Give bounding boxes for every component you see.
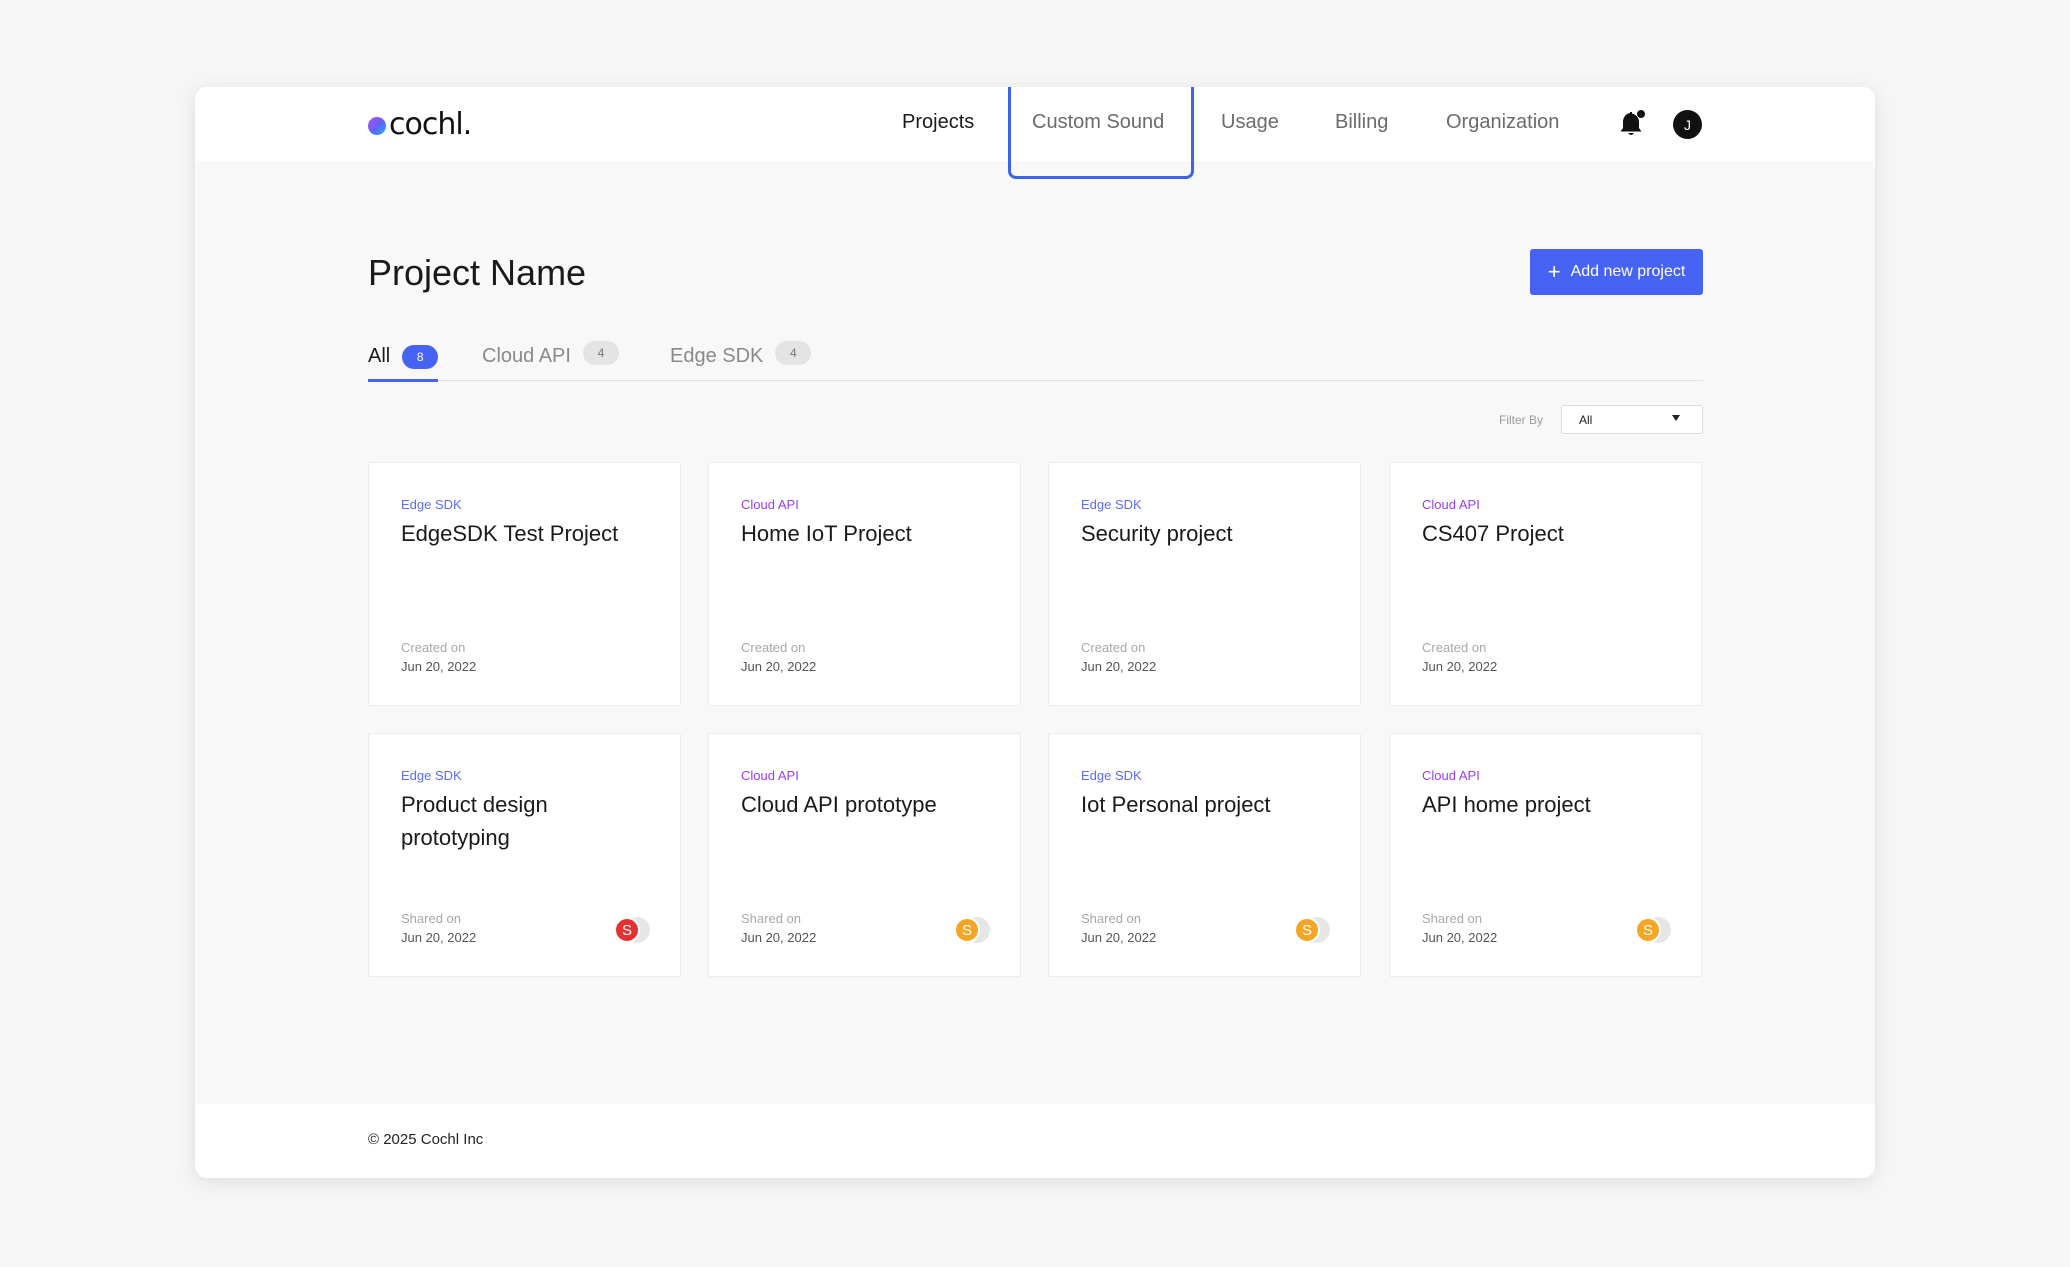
card-date: Jun 20, 2022 <box>401 930 477 945</box>
card-title: EdgeSDK Test Project <box>401 521 619 546</box>
card-kind: Edge SDK <box>1081 768 1142 783</box>
card-kind: Edge SDK <box>401 497 462 512</box>
project-card[interactable]: Cloud API Home IoT Project Created on Ju… <box>708 462 1021 706</box>
tab-all-count: 8 <box>402 345 439 369</box>
card-meta-label: Created on <box>741 640 806 655</box>
card-title: CS407 Project <box>1422 521 1564 546</box>
filter-select-value: All <box>1579 412 1593 427</box>
tab-edge-sdk[interactable]: Edge SDK 4 <box>670 337 812 381</box>
nav-billing[interactable]: Billing <box>1335 111 1388 134</box>
card-date: Jun 20, 2022 <box>1422 930 1498 945</box>
tab-cloud-api-count: 4 <box>582 341 619 365</box>
card-kind: Cloud API <box>1422 768 1480 783</box>
card-title: Home IoT Project <box>741 521 912 546</box>
card-meta-label: Shared on <box>1422 911 1482 926</box>
card-meta-label: Shared on <box>1081 911 1141 926</box>
project-card[interactable]: Edge SDK Iot Personal project Shared on … <box>1048 733 1361 977</box>
card-title: API home project <box>1422 792 1591 817</box>
card-meta-label: Shared on <box>741 911 801 926</box>
tab-all-label: All <box>368 345 391 367</box>
logo-dot-icon <box>368 117 386 135</box>
card-title: Iot Personal project <box>1081 792 1271 817</box>
add-new-project-label: Add new project <box>1570 263 1686 280</box>
shared-by-avatars[interactable]: S <box>1294 916 1330 944</box>
tab-edge-sdk-label: Edge SDK <box>670 345 764 367</box>
card-title: Product design prototyping <box>401 792 548 850</box>
project-tabs: All 8 Cloud API 4 Edge SDK 4 <box>368 337 1703 382</box>
plus-icon: + <box>1547 259 1561 284</box>
card-meta-label: Created on <box>401 640 466 655</box>
project-card[interactable]: Edge SDK Security project Created on Jun… <box>1048 462 1361 706</box>
nav-projects[interactable]: Projects <box>902 111 974 134</box>
card-kind: Cloud API <box>741 497 799 512</box>
nav-custom-sound[interactable]: Custom Sound <box>1032 111 1164 134</box>
card-kind: Edge SDK <box>1081 497 1142 512</box>
tab-all[interactable]: All 8 <box>368 337 439 382</box>
card-date: Jun 20, 2022 <box>741 659 817 674</box>
footer: © 2025 Cochl Inc <box>195 1104 1875 1178</box>
page-title: Project Name <box>368 252 587 293</box>
sharer-avatar: S <box>1294 917 1320 943</box>
project-card[interactable]: Edge SDK EdgeSDK Test Project Created on… <box>368 462 681 706</box>
card-kind: Edge SDK <box>401 768 462 783</box>
nav-organization[interactable]: Organization <box>1446 111 1559 134</box>
tab-edge-sdk-count: 4 <box>775 341 812 365</box>
project-card[interactable]: Edge SDK Product design prototyping Shar… <box>368 733 681 977</box>
tab-cloud-api-label: Cloud API <box>482 345 571 367</box>
sharer-avatar: S <box>614 917 640 943</box>
card-meta-label: Created on <box>1422 640 1487 655</box>
shared-by-avatars[interactable]: S <box>614 916 650 944</box>
card-date: Jun 20, 2022 <box>1081 930 1157 945</box>
user-avatar[interactable]: J <box>1673 110 1702 139</box>
filter-select[interactable]: All <box>1561 405 1703 434</box>
caret-down-icon <box>1672 415 1680 421</box>
card-kind: Cloud API <box>1422 497 1480 512</box>
footer-copyright: © 2025 Cochl Inc <box>368 1131 484 1148</box>
card-date: Jun 20, 2022 <box>1422 659 1498 674</box>
project-card[interactable]: Cloud API CS407 Project Created on Jun 2… <box>1389 462 1702 706</box>
cochl-logo[interactable]: cochl. <box>368 106 472 142</box>
card-date: Jun 20, 2022 <box>1081 659 1157 674</box>
project-card[interactable]: Cloud API API home project Shared on Jun… <box>1389 733 1702 977</box>
add-new-project-button[interactable]: + Add new project <box>1530 249 1703 295</box>
card-title: Cloud API prototype <box>741 792 937 817</box>
shared-by-avatars[interactable]: S <box>954 916 990 944</box>
shared-by-avatars[interactable]: S <box>1635 916 1671 944</box>
bell-icon[interactable] <box>1617 109 1647 139</box>
card-date: Jun 20, 2022 <box>741 930 817 945</box>
card-meta-label: Shared on <box>401 911 461 926</box>
filter-by-label: Filter By <box>1499 413 1544 427</box>
logo-text: cochl. <box>389 106 472 142</box>
app-window: cochl. Projects Custom Sound Usage Billi… <box>195 87 1875 1178</box>
card-date: Jun 20, 2022 <box>401 659 477 674</box>
top-header: cochl. Projects Custom Sound Usage Billi… <box>195 87 1875 179</box>
card-title: Security project <box>1081 521 1233 546</box>
card-meta-label: Created on <box>1081 640 1146 655</box>
card-kind: Cloud API <box>741 768 799 783</box>
sharer-avatar: S <box>1635 917 1661 943</box>
tab-cloud-api[interactable]: Cloud API 4 <box>482 337 619 381</box>
nav-usage[interactable]: Usage <box>1221 111 1279 134</box>
project-card[interactable]: Cloud API Cloud API prototype Shared on … <box>708 733 1021 977</box>
sharer-avatar: S <box>954 917 980 943</box>
